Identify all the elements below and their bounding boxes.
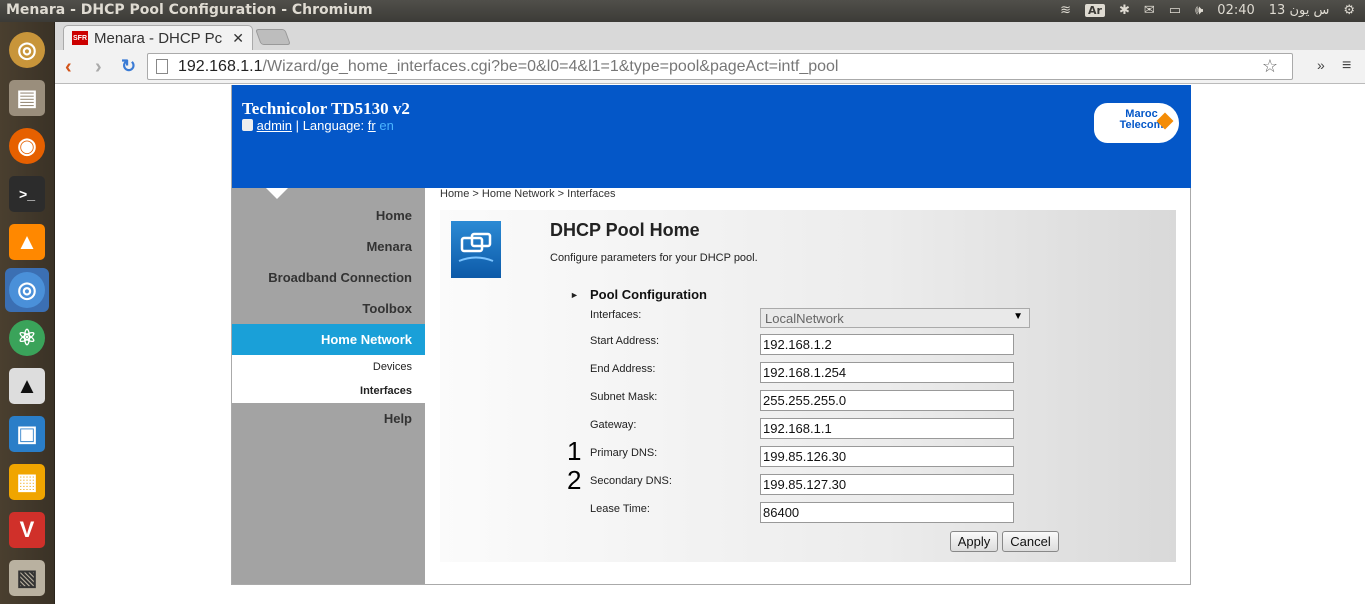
annotation-number-1: 1: [567, 436, 582, 466]
bluetooth-icon[interactable]: ✱: [1119, 3, 1130, 18]
tab-strip: SFR Menara - DHCP Pc ✕: [55, 22, 1365, 50]
window-title: Menara - DHCP Pool Configuration - Chrom…: [6, 2, 373, 18]
system-tray: ≋ Ar ✱ ✉ ▭ 🕪 02:40 13 س يون ⚙: [1060, 3, 1355, 18]
nav-devices[interactable]: Devices: [232, 355, 425, 379]
end-address-label: End Address:: [590, 363, 656, 375]
cancel-button[interactable]: Cancel: [1002, 531, 1059, 552]
extensions-chevron-icon[interactable]: »: [1317, 57, 1325, 73]
menu-icon[interactable]: ≡: [1342, 57, 1351, 75]
url-path: /Wizard/ge_home_interfaces.cgi?be=0&l0=4…: [262, 57, 839, 75]
subnet-mask-input[interactable]: [760, 390, 1014, 411]
chromium-icon[interactable]: ◎: [5, 268, 49, 312]
secondary-dns-input[interactable]: [760, 474, 1014, 495]
nav-interfaces[interactable]: Interfaces: [232, 379, 425, 403]
nav-home[interactable]: Home: [376, 208, 412, 223]
image-viewer-icon[interactable]: ▧: [5, 556, 49, 600]
terminal-icon[interactable]: >_: [5, 172, 49, 216]
nav-help[interactable]: Help: [384, 411, 412, 426]
mail-icon[interactable]: ✉: [1144, 3, 1155, 18]
new-tab-button[interactable]: [255, 29, 291, 45]
start-address-label: Start Address:: [590, 335, 660, 347]
tab-title: Menara - DHCP Pc: [94, 29, 223, 47]
end-address-input[interactable]: [760, 362, 1014, 383]
ubuntu-dash-icon[interactable]: ◎: [5, 28, 49, 72]
nav-notch: [266, 188, 288, 199]
primary-dns-label: Primary DNS:: [590, 447, 658, 459]
reload-icon[interactable]: ↻: [121, 56, 136, 77]
web-page: Technicolor TD5130 v2 admin | Language: …: [55, 85, 1365, 604]
battery-icon[interactable]: ▭: [1169, 3, 1181, 18]
bookmark-star-icon[interactable]: ☆: [1262, 56, 1278, 77]
browser-tab[interactable]: SFR Menara - DHCP Pc ✕: [63, 25, 253, 50]
apply-button[interactable]: Apply: [950, 531, 998, 552]
atom-icon[interactable]: ⚛: [5, 316, 49, 360]
router-banner: Technicolor TD5130 v2 admin | Language: …: [232, 85, 1191, 188]
url-host: 192.168.1.1: [178, 57, 263, 75]
close-icon[interactable]: ✕: [232, 30, 244, 47]
wifi-icon[interactable]: ≋: [1060, 3, 1071, 18]
page-description: Configure parameters for your DHCP pool.: [550, 252, 758, 264]
section-title: Pool Configuration: [590, 287, 707, 302]
nav-broadband-connection[interactable]: Broadband Connection: [268, 270, 412, 285]
forward-arrow-icon[interactable]: ›: [95, 56, 102, 79]
files-icon[interactable]: ▤: [5, 76, 49, 120]
interfaces-select-value: LocalNetwork: [765, 311, 844, 326]
user-language-bar: admin | Language: fr en: [242, 118, 394, 133]
volume-icon[interactable]: 🕪: [1195, 3, 1203, 18]
breadcrumb: Home > Home Network > Interfaces: [440, 188, 616, 200]
unity-launcher: ◎ ▤ ◉ >_ ▲ ◎ ⚛ ▲ ▣ ▦ V ▧: [0, 22, 55, 604]
lang-fr-link[interactable]: fr: [368, 118, 376, 133]
input-method-indicator[interactable]: Ar: [1085, 4, 1105, 17]
secondary-dns-label: Secondary DNS:: [590, 475, 672, 487]
firefox-icon[interactable]: ◉: [5, 124, 49, 168]
address-bar[interactable]: 192.168.1.1 /Wizard/ge_home_interfaces.c…: [147, 53, 1293, 80]
page-icon: [156, 59, 168, 74]
admin-link[interactable]: admin: [257, 118, 292, 133]
interfaces-select[interactable]: LocalNetwork ▼: [760, 308, 1030, 328]
virtualbox-icon[interactable]: ▦: [5, 460, 49, 504]
system-top-panel: Menara - DHCP Pool Configuration - Chrom…: [0, 0, 1365, 22]
nav-menara[interactable]: Menara: [366, 239, 412, 254]
maroc-telecom-logo: Maroc Telecom: [1094, 103, 1179, 143]
sfr-favicon-icon: SFR: [72, 31, 88, 45]
content-panel: DHCP Pool Home Configure parameters for …: [440, 210, 1176, 562]
page-title: DHCP Pool Home: [550, 220, 700, 240]
expand-arrow-icon: ►: [570, 290, 579, 300]
annotation-number-2: 2: [567, 465, 582, 495]
start-address-input[interactable]: [760, 334, 1014, 355]
browser-toolbar: ‹ › ↻ 192.168.1.1 /Wizard/ge_home_interf…: [55, 50, 1365, 84]
dropdown-arrow-icon: ▼: [1013, 311, 1023, 322]
vlc-icon[interactable]: ▲: [5, 220, 49, 264]
gear-icon[interactable]: ⚙: [1343, 3, 1355, 18]
clock[interactable]: 02:40: [1217, 3, 1254, 18]
lease-time-input[interactable]: [760, 502, 1014, 523]
network-interface-icon: [451, 221, 501, 278]
lease-time-label: Lease Time:: [590, 503, 650, 515]
window-app-icon[interactable]: ▣: [5, 412, 49, 456]
inkscape-icon[interactable]: ▲: [5, 364, 49, 408]
lang-en-current: en: [379, 118, 394, 133]
separator: |: [295, 118, 300, 133]
sidebar: Home Menara Broadband Connection Toolbox…: [232, 188, 425, 584]
router-model: Technicolor TD5130 v2: [242, 99, 410, 118]
nav-home-network[interactable]: Home Network: [232, 324, 425, 355]
vivaldi-icon[interactable]: V: [5, 508, 49, 552]
language-label: Language:: [302, 118, 365, 133]
gateway-input[interactable]: [760, 418, 1014, 439]
subnet-mask-label: Subnet Mask:: [590, 391, 658, 403]
user-icon: [242, 119, 253, 131]
nav-toolbox[interactable]: Toolbox: [362, 301, 412, 316]
back-arrow-icon[interactable]: ‹: [65, 56, 72, 79]
interfaces-label: Interfaces:: [590, 309, 642, 321]
date[interactable]: 13 س يون: [1269, 3, 1330, 18]
primary-dns-input[interactable]: [760, 446, 1014, 467]
gateway-label: Gateway:: [590, 419, 637, 431]
router-frame: Technicolor TD5130 v2 admin | Language: …: [231, 85, 1191, 585]
